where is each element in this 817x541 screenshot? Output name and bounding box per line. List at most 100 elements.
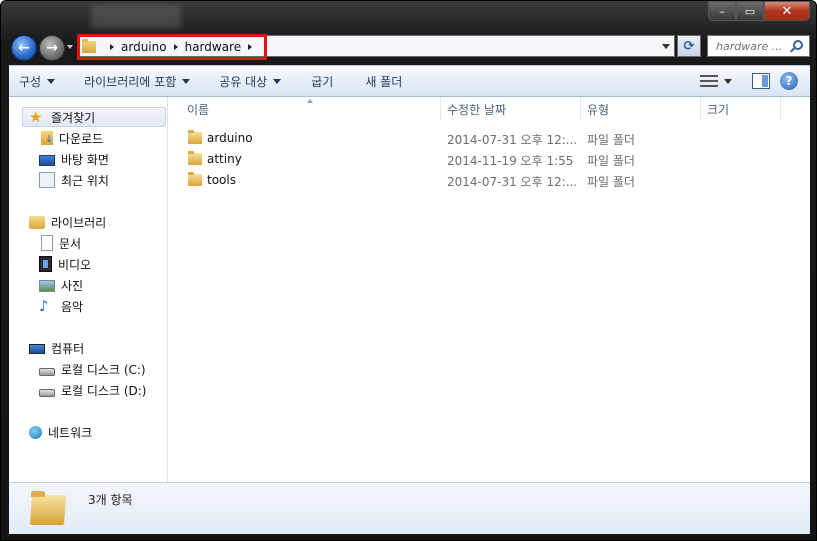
star-icon: ★ <box>29 108 43 126</box>
breadcrumb-separator-icon[interactable] <box>248 44 253 50</box>
breadcrumb-hardware[interactable]: hardware <box>185 40 242 54</box>
file-list: 이름 수정한 날짜 유형 크기 arduino 2014-07-31 오후 12… <box>168 97 810 482</box>
folder-icon <box>188 151 202 165</box>
breadcrumb-separator-icon[interactable] <box>173 44 178 50</box>
item-count: 3개 항목 <box>88 493 133 507</box>
caption-buttons: – ▭ ✕ <box>708 1 810 21</box>
chevron-down-icon <box>182 78 191 84</box>
table-row[interactable]: tools 2014-07-31 오후 12:... 파일 폴더 <box>168 170 810 191</box>
search-box[interactable] <box>707 35 810 57</box>
column-divider[interactable] <box>580 97 581 121</box>
include-library-label: 라이브러리에 포함 <box>84 74 177 89</box>
file-date: 2014-07-31 오후 12:... <box>447 133 578 147</box>
share-with-button[interactable]: 공유 대상 <box>200 65 291 97</box>
recent-places-icon <box>39 172 55 188</box>
close-button[interactable]: ✕ <box>764 1 810 21</box>
nav-downloads[interactable]: ↓ 다운로드 <box>39 128 103 148</box>
file-name: tools <box>207 173 236 187</box>
breadcrumb-arduino[interactable]: arduino <box>121 40 167 54</box>
chevron-down-icon <box>273 78 282 84</box>
nav-pictures[interactable]: 사진 <box>39 275 83 295</box>
nav-label: 바탕 화면 <box>61 152 109 167</box>
column-name-label: 이름 <box>187 102 210 117</box>
preview-pane-icon[interactable] <box>752 73 770 89</box>
nav-label: 음악 <box>61 299 84 314</box>
folder-icon <box>188 130 202 144</box>
search-input[interactable] <box>708 37 790 55</box>
nav-label: 로컬 디스크 (C:) <box>61 362 146 377</box>
nav-label: 사진 <box>61 278 84 293</box>
column-divider[interactable] <box>700 97 701 121</box>
nav-label: 최근 위치 <box>61 173 109 188</box>
burn-button[interactable]: 굽기 <box>291 65 343 97</box>
new-folder-label: 새 폴더 <box>365 74 403 89</box>
address-history-dropdown-icon[interactable] <box>662 44 670 49</box>
explorer-window: – ▭ ✕ ← → arduino hardware ⟳ 구성 라이브러리에 포… <box>0 0 817 541</box>
nav-documents[interactable]: 문서 <box>39 233 81 253</box>
view-options-icon[interactable] <box>700 74 718 88</box>
column-date-label: 수정한 날짜 <box>447 102 507 117</box>
file-date: 2014-07-31 오후 12:... <box>447 175 578 189</box>
share-with-label: 공유 대상 <box>219 74 268 89</box>
nav-favorites[interactable]: ★ 즐겨찾기 <box>22 107 166 127</box>
nav-computer[interactable]: 컴퓨터 <box>29 338 84 358</box>
file-type: 파일 폴더 <box>587 133 635 147</box>
search-icon[interactable] <box>793 40 803 50</box>
help-icon[interactable]: ? <box>780 72 798 90</box>
column-divider[interactable] <box>780 97 781 121</box>
nav-label: 네트워크 <box>48 425 93 440</box>
column-size[interactable]: 크기 <box>707 97 777 121</box>
address-bar[interactable]: arduino hardware <box>76 34 675 60</box>
nav-label: 즐겨찾기 <box>51 110 96 125</box>
nav-label: 컴퓨터 <box>51 341 85 356</box>
documents-icon <box>41 235 53 251</box>
nav-videos[interactable]: 비디오 <box>39 254 91 274</box>
nav-drive-d[interactable]: 로컬 디스크 (D:) <box>39 380 146 400</box>
file-name: attiny <box>207 152 242 166</box>
nav-label: 비디오 <box>58 257 92 272</box>
maximize-button[interactable]: ▭ <box>736 1 764 21</box>
column-divider[interactable] <box>440 97 441 121</box>
nav-label: 다운로드 <box>59 131 104 146</box>
downloads-icon: ↓ <box>41 131 53 145</box>
forward-button[interactable]: → <box>39 35 65 61</box>
breadcrumb-separator-icon[interactable] <box>110 44 114 50</box>
nav-label: 라이브러리 <box>51 215 107 230</box>
organize-label: 구성 <box>19 74 42 89</box>
nav-desktop[interactable]: 바탕 화면 <box>39 149 109 169</box>
organize-button[interactable]: 구성 <box>9 65 65 97</box>
nav-music[interactable]: ♪ 음악 <box>39 296 83 316</box>
nav-network[interactable]: 네트워크 <box>29 422 92 442</box>
file-type: 파일 폴더 <box>587 175 635 189</box>
refresh-button[interactable]: ⟳ <box>677 35 701 57</box>
nav-libraries[interactable]: 라이브러리 <box>29 212 106 232</box>
include-library-button[interactable]: 라이브러리에 포함 <box>65 65 200 97</box>
recent-pages-dropdown[interactable] <box>67 45 73 49</box>
column-name[interactable]: 이름 <box>187 97 439 121</box>
drive-c-icon <box>39 368 55 376</box>
nav-recent[interactable]: 최근 위치 <box>39 170 109 190</box>
nav-label: 로컬 디스크 (D:) <box>61 383 147 398</box>
column-type[interactable]: 유형 <box>587 97 697 121</box>
navigation-pane: ★ 즐겨찾기 ↓ 다운로드 바탕 화면 최근 위치 라이브러리 문서 비디오 사… <box>9 97 168 482</box>
burn-label: 굽기 <box>311 74 334 89</box>
folder-icon <box>29 489 69 529</box>
nav-drive-c[interactable]: 로컬 디스크 (C:) <box>39 359 146 379</box>
chevron-down-icon[interactable] <box>724 78 732 84</box>
chevron-down-icon <box>47 78 56 84</box>
file-name: arduino <box>207 131 253 145</box>
table-row[interactable]: attiny 2014-11-19 오후 1:55 파일 폴더 <box>168 149 810 170</box>
videos-icon <box>39 256 52 272</box>
file-date: 2014-11-19 오후 1:55 <box>447 154 574 168</box>
minimize-button[interactable]: – <box>708 1 736 21</box>
back-button[interactable]: ← <box>11 35 37 61</box>
network-icon <box>29 425 42 439</box>
details-pane: 3개 항목 <box>9 482 810 534</box>
pictures-icon <box>39 280 55 292</box>
computer-icon <box>29 343 45 354</box>
desktop-icon <box>39 154 55 166</box>
table-row[interactable]: arduino 2014-07-31 오후 12:... 파일 폴더 <box>168 128 810 149</box>
toolbar-right: ? <box>700 72 798 90</box>
column-date[interactable]: 수정한 날짜 <box>447 97 577 121</box>
new-folder-button[interactable]: 새 폴더 <box>343 65 412 97</box>
